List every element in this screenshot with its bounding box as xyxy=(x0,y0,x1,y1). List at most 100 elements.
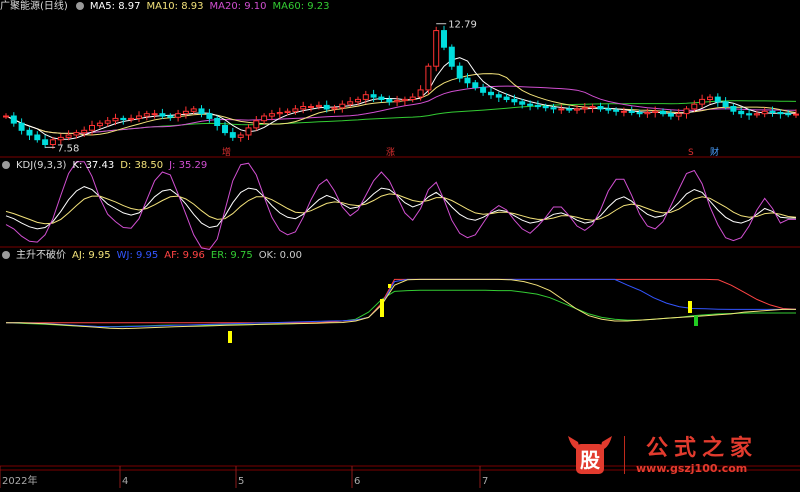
candle-body xyxy=(190,108,197,112)
ma60-line xyxy=(5,100,797,134)
stock-chart: 2022年 4 5 6 7 12.79 7.58 增 涨 S 财 广聚能源(日线) MA5: 8.97… xyxy=(0,0,800,488)
candle-body xyxy=(566,108,573,111)
candle-body xyxy=(660,110,666,115)
time-axis-label: 7 xyxy=(482,476,488,487)
candle-body xyxy=(284,110,291,114)
signal-bar xyxy=(228,331,232,343)
candle-body xyxy=(691,103,698,110)
candle-body xyxy=(550,107,557,110)
indicator-title: 主升不破价 xyxy=(16,250,66,261)
candle-body xyxy=(89,125,95,131)
candle-body xyxy=(42,139,49,146)
settings-dot-icon[interactable] xyxy=(75,2,84,10)
kdj-panel-header: KDJ(9,3,3) K: 37.43 D: 38.50 J: 35.29 xyxy=(0,159,213,173)
indicator-wj-line xyxy=(6,278,796,328)
candle-body xyxy=(26,129,33,136)
candle-body xyxy=(81,129,88,134)
candle-body xyxy=(323,104,330,110)
signal-marker: 增 xyxy=(222,146,231,158)
wj-value: WJ: 9.95 xyxy=(116,250,159,261)
candle-body xyxy=(527,103,534,106)
candle-body xyxy=(433,30,440,67)
ma5-line xyxy=(5,57,797,140)
d-value: D: 38.50 xyxy=(120,160,164,171)
candle-body xyxy=(245,127,252,136)
settings-dot-icon[interactable] xyxy=(2,251,10,259)
candle-body xyxy=(534,104,541,108)
aj-value: AJ: 9.95 xyxy=(72,250,111,261)
candle-body xyxy=(448,46,455,67)
candle-body xyxy=(441,30,447,48)
time-axis-label: 4 xyxy=(122,476,128,487)
candle-body xyxy=(620,110,627,113)
logo-glyph: 股 xyxy=(580,448,600,472)
candle-body xyxy=(503,96,510,100)
candle-body xyxy=(581,107,588,110)
j-value: J: 35.29 xyxy=(169,160,208,171)
time-axis-label: 5 xyxy=(238,476,244,487)
candle-body xyxy=(104,120,111,124)
signal-marker: 财 xyxy=(710,146,719,158)
candle-body xyxy=(253,120,260,129)
candle-body xyxy=(574,108,580,111)
candle-body xyxy=(65,134,72,138)
candle-body xyxy=(769,110,776,114)
candle-body xyxy=(57,136,64,141)
candle-body xyxy=(214,117,221,127)
candle-body xyxy=(456,65,463,79)
candle-body xyxy=(589,106,596,109)
watermark-title: 公式之家 xyxy=(646,436,759,461)
candle-body xyxy=(339,103,346,109)
ma10-line xyxy=(5,73,797,136)
candle-body xyxy=(362,94,369,100)
candle-body xyxy=(519,101,526,105)
candle-body xyxy=(652,110,659,114)
candle-body xyxy=(753,113,760,116)
candle-body xyxy=(34,134,41,141)
stock-title: 广聚能源(日线) xyxy=(0,1,68,12)
candle-body xyxy=(198,108,205,115)
watermark: 股 公式之家 www.gszj100.com xyxy=(558,428,784,480)
candle-body xyxy=(292,108,299,112)
price-panel-header: 广聚能源(日线) MA5: 8.97 MA10: 8.93 MA20: 9.10 MA6… xyxy=(0,0,336,14)
candle-body xyxy=(683,108,690,115)
high-price-label: 12.79 xyxy=(448,20,477,31)
candle-body xyxy=(558,108,565,111)
low-price-label: 7.58 xyxy=(57,143,79,154)
candle-body xyxy=(182,110,189,115)
signal-bar xyxy=(380,299,384,317)
candle-body xyxy=(143,113,150,117)
candle-body xyxy=(628,110,635,114)
candle-body xyxy=(464,77,471,84)
candle-body xyxy=(3,115,9,118)
indicator-aj-line xyxy=(6,278,796,330)
ma10-value: MA10: 8.93 xyxy=(146,1,204,12)
chart-canvas[interactable]: 2022年 4 5 6 7 12.79 7.58 增 涨 S 财 xyxy=(0,0,800,488)
candle-body xyxy=(159,113,166,117)
signal-marker: 涨 xyxy=(386,147,395,158)
candle-body xyxy=(699,98,706,105)
settings-dot-icon[interactable] xyxy=(2,161,10,169)
ma60-value: MA60: 9.23 xyxy=(272,1,330,12)
af-value: AF: 9.96 xyxy=(164,250,205,261)
candle-body xyxy=(401,98,408,102)
candle-body xyxy=(128,117,135,121)
time-axis-label: 2022年 xyxy=(2,474,37,487)
candle-body xyxy=(761,110,768,115)
candle-body xyxy=(613,109,620,112)
candle-body xyxy=(605,108,612,111)
candle-body xyxy=(136,115,142,119)
candle-body xyxy=(480,87,487,93)
candle-body xyxy=(636,112,643,115)
candle-body xyxy=(370,94,377,98)
candle-body xyxy=(120,117,127,121)
ok-value: OK: 0.00 xyxy=(258,250,302,261)
candle-body xyxy=(378,96,385,100)
indicator-er-line xyxy=(5,289,796,328)
k-value: K: 37.43 xyxy=(72,160,115,171)
ma20-value: MA20: 9.10 xyxy=(209,1,267,12)
candle-body xyxy=(488,91,494,96)
candle-body xyxy=(355,98,361,103)
candle-body xyxy=(714,96,721,103)
candle-body xyxy=(644,112,651,115)
